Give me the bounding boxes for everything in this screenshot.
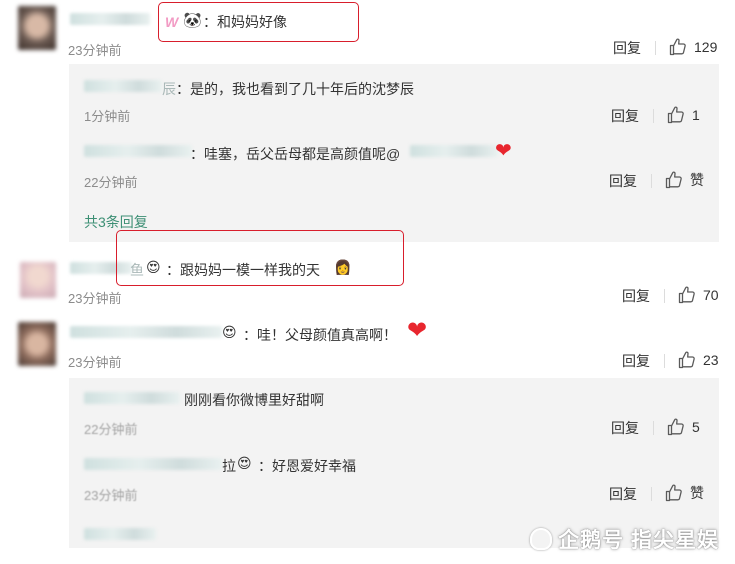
reply-text: ：哇塞，岳父岳母都是高颜值呢@ [190, 146, 401, 162]
comment-text: ：和妈妈好像 [203, 14, 287, 30]
like-count: 5 [692, 419, 700, 435]
reply-button[interactable]: 回复 [622, 286, 650, 306]
replier-name[interactable] [84, 458, 222, 470]
like-button[interactable]: 1 [666, 105, 700, 125]
divider [651, 174, 652, 188]
replier-name[interactable] [84, 528, 156, 540]
panda-emoji: 🐼 [183, 11, 202, 29]
replier-name[interactable] [84, 80, 162, 92]
divider [651, 487, 652, 501]
like-button[interactable]: 赞 [664, 483, 704, 503]
commenter-name[interactable] [70, 13, 150, 25]
thumbs-up-icon [665, 484, 682, 502]
reply-button[interactable]: 回复 [609, 171, 637, 191]
avatar[interactable] [20, 262, 56, 298]
mentioned-user[interactable] [410, 145, 498, 157]
replier-name[interactable] [84, 145, 192, 157]
reply-time: 1分钟前 [84, 109, 131, 124]
reply-time: 22分钟前 [84, 175, 138, 190]
watermark: 企鹅号 指尖星娱 [530, 524, 719, 554]
heart-emoji: ❤ [495, 140, 512, 162]
like-label: 赞 [690, 172, 704, 188]
thumbs-up-icon [667, 418, 684, 436]
reply-button[interactable]: 回复 [609, 484, 637, 504]
like-count: 23 [703, 352, 719, 368]
commenter-name-suffix: 鱼 [130, 262, 144, 278]
user-badge-emoji: 😍 [146, 260, 161, 276]
like-count: 129 [694, 39, 718, 55]
like-label: 赞 [690, 485, 704, 501]
reply-text: ：好恩爱好幸福 [258, 458, 356, 474]
like-button[interactable]: 70 [677, 285, 719, 305]
divider [653, 109, 654, 123]
thumbs-up-icon [665, 171, 682, 189]
user-badge-emoji: 😍 [222, 325, 237, 341]
like-count: 70 [703, 287, 719, 303]
woman-emoji: 👩 [334, 260, 352, 276]
thumbs-up-icon [678, 351, 695, 369]
thumbs-up-icon [669, 38, 686, 56]
replier-name[interactable] [84, 392, 180, 404]
replier-name-suffix: 辰 [162, 81, 176, 97]
like-button[interactable]: 129 [668, 37, 717, 57]
reply-time: 22分钟前 [84, 422, 138, 437]
heart-emoji: ❤ [407, 317, 428, 344]
comment-text: ：跟妈妈一模一样我的天 [166, 262, 320, 278]
comment-time: 23分钟前 [68, 355, 122, 370]
user-badge: W [165, 14, 179, 30]
reply-button[interactable]: 回复 [613, 38, 641, 58]
user-badge-emoji: 😍 [237, 456, 252, 472]
like-button[interactable]: 赞 [664, 170, 704, 190]
comment-time: 23分钟前 [68, 291, 122, 306]
reply-text: ：是的，我也看到了几十年后的沈梦辰 [176, 81, 414, 97]
commenter-name[interactable] [70, 326, 222, 338]
like-button[interactable]: 5 [666, 417, 700, 437]
thumbs-up-icon [678, 286, 695, 304]
divider [653, 421, 654, 435]
reply-button[interactable]: 回复 [611, 418, 639, 438]
divider [664, 289, 665, 303]
reply-button[interactable]: 回复 [622, 351, 650, 371]
like-count: 1 [692, 107, 700, 123]
divider [664, 354, 665, 368]
comment-text: ：哇！父母颜值真高啊！ [243, 327, 397, 343]
reply-time: 23分钟前 [84, 488, 138, 503]
reply-button[interactable]: 回复 [611, 106, 639, 126]
penguin-icon [530, 528, 553, 550]
avatar[interactable] [18, 6, 56, 50]
replier-name-suffix: 拉 [222, 458, 236, 474]
reply-text: 刚刚看你微博里好甜啊 [184, 392, 324, 408]
like-button[interactable]: 23 [677, 350, 719, 370]
thumbs-up-icon [667, 106, 684, 124]
more-replies-link[interactable]: 共3条回复 [84, 212, 148, 232]
avatar[interactable] [18, 322, 56, 366]
divider [655, 41, 656, 55]
watermark-text: 企鹅号 指尖星娱 [558, 529, 719, 552]
comment-time: 23分钟前 [68, 43, 122, 58]
